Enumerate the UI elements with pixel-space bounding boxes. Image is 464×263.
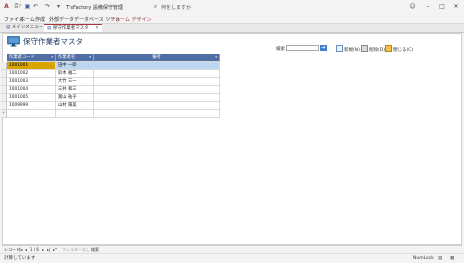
table-row[interactable]: 1001002 鈴木 雅二 <box>1 70 220 78</box>
column-header-name[interactable]: 作業者名 ▾ <box>56 54 94 62</box>
cell-name[interactable]: 田中 一郎 <box>56 62 94 70</box>
search-go-button[interactable]: ➜ <box>320 45 327 51</box>
tell-me-search[interactable]: 何をしますか <box>161 4 191 11</box>
dropdown-arrow-icon[interactable]: ▾ <box>215 54 217 61</box>
column-header-code[interactable]: 作業者コード ▾ <box>7 54 56 62</box>
search-input[interactable] <box>286 45 319 51</box>
cell-code[interactable]: 1001002 <box>7 70 56 78</box>
door-icon <box>385 45 392 52</box>
table-row[interactable]: 1009999 山村 陽美 <box>1 102 220 110</box>
cell-code[interactable] <box>7 110 56 118</box>
tab-create[interactable]: 作成 <box>35 16 45 23</box>
record-navigation-bar: レコード: |◂ ◂ 1 / 6 ▸ ▸| ▸* フィルターなし 検索 <box>2 245 462 253</box>
account-icon[interactable]: ☺ <box>409 3 416 10</box>
close-button[interactable]: ✕ <box>449 2 463 12</box>
cell-name[interactable]: 三井 和三 <box>56 86 94 94</box>
filter-status[interactable]: フィルターなし <box>62 246 90 253</box>
form-icon: ▤ <box>6 25 11 30</box>
page-title: 保守作業者マスタ <box>23 37 83 46</box>
monitor-icon <box>7 36 20 47</box>
minimize-button[interactable]: – <box>421 2 435 12</box>
delete-button[interactable]: 削除(D) <box>361 45 385 53</box>
search-icon[interactable]: ⌕ <box>152 3 159 10</box>
grid-header: 作業者コード ▾ 作業者名 ▾ 備考 ▾ <box>7 54 220 62</box>
cell-code[interactable]: 1001004 <box>7 86 56 94</box>
dropdown-arrow-icon[interactable]: ▾ <box>51 54 53 61</box>
cell-name[interactable] <box>56 110 94 118</box>
cell-code[interactable]: 1001001 <box>7 62 56 70</box>
save-icon[interactable]: ▣ <box>24 3 31 10</box>
window-title: T'sFactory 設備保守管理 <box>66 5 123 11</box>
last-record-icon[interactable]: ▸| <box>47 246 50 253</box>
cell-code[interactable]: 1001005 <box>7 94 56 102</box>
doc-tab-worker-master[interactable]: ▤ 保守作業者マスタ ✕ <box>44 24 102 32</box>
cell-name[interactable]: 大竹 三一 <box>56 78 94 86</box>
delete-record-icon <box>361 45 368 52</box>
close-form-button[interactable]: 閉じる(C) <box>385 45 413 53</box>
tab-external-data[interactable]: 外部データ <box>49 16 74 23</box>
record-position-input[interactable]: 1 / 6 <box>30 246 39 253</box>
table-row[interactable]: 1001004 三井 和三 <box>1 86 220 94</box>
cell-code[interactable]: 1009999 <box>7 102 56 110</box>
autosave-toggle[interactable]: 自ﾌ <box>14 3 21 10</box>
new-record-row[interactable]: * <box>1 110 220 118</box>
maximize-button[interactable]: □ <box>435 2 449 12</box>
new-record-icon <box>336 45 343 52</box>
new-record-nav-icon[interactable]: ▸* <box>53 246 57 253</box>
document-tab-bar: ▤ メインメニュー ✕ ▤ 保守作業者マスタ ✕ <box>0 24 464 33</box>
cell-note[interactable] <box>94 94 220 102</box>
doc-tab-label: メインメニュー <box>11 25 44 30</box>
access-app-icon: A <box>4 3 9 10</box>
tab-home[interactable]: ホーム <box>20 16 35 23</box>
first-record-icon[interactable]: |◂ <box>19 246 22 253</box>
title-bar: A 自ﾌ ▣ ↶ ↷ ▾ T'sFactory 設備保守管理 ⌕ 何をしますか … <box>0 0 464 14</box>
customize-qat-icon[interactable]: ▾ <box>55 3 62 10</box>
cell-name[interactable]: 富山 祐子 <box>56 94 94 102</box>
dropdown-arrow-icon[interactable]: ▾ <box>89 54 91 61</box>
prev-record-icon[interactable]: ◂ <box>25 246 27 253</box>
new-button[interactable]: 新規(N) <box>336 45 360 53</box>
redo-icon[interactable]: ↷ <box>44 3 51 10</box>
cell-code[interactable]: 1001003 <box>7 78 56 86</box>
undo-icon[interactable]: ↶ <box>32 3 39 10</box>
nav-search-label[interactable]: 検索 <box>91 246 99 253</box>
doc-tab-label: 保守作業者マスタ <box>52 26 89 31</box>
cell-note[interactable] <box>94 78 220 86</box>
close-icon[interactable]: ✕ <box>95 26 99 31</box>
cell-note[interactable] <box>94 70 220 78</box>
tab-form-design[interactable]: フォーム デザイン <box>110 16 151 23</box>
cell-note[interactable] <box>94 62 220 70</box>
cell-name[interactable]: 鈴木 雅二 <box>56 70 94 78</box>
table-row[interactable]: 1001001 田中 一郎 <box>1 62 220 70</box>
form-icon: ▤ <box>47 26 52 31</box>
cell-note[interactable] <box>94 86 220 94</box>
cell-name[interactable]: 山村 陽美 <box>56 102 94 110</box>
table-row[interactable]: 1001003 大竹 三一 <box>1 78 220 86</box>
search-label: 検索 <box>276 47 285 52</box>
next-record-icon[interactable]: ▸ <box>42 246 44 253</box>
cell-note[interactable] <box>94 102 220 110</box>
table-row[interactable]: 1001005 富山 祐子 <box>1 94 220 102</box>
cell-note[interactable] <box>94 110 220 118</box>
column-header-note[interactable]: 備考 ▾ <box>94 54 220 62</box>
